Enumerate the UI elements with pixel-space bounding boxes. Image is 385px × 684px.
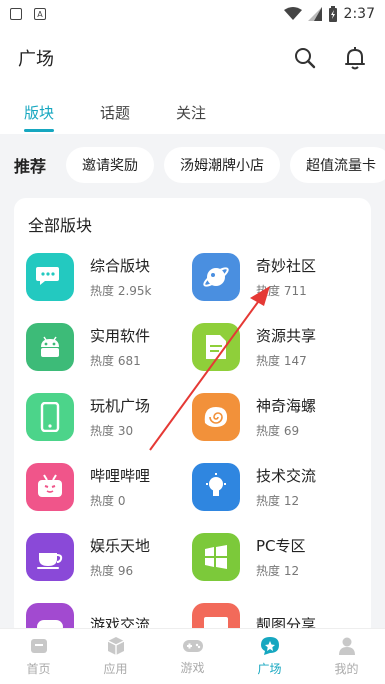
bilibili-icon (26, 463, 74, 511)
coffee-cup-icon (26, 533, 74, 581)
board-item[interactable]: 娱乐天地热度 96 (26, 532, 192, 582)
windows-icon (192, 533, 240, 581)
board-item[interactable]: 哔哩哔哩热度 0 (26, 462, 192, 512)
status-time: 2:37 (343, 6, 375, 22)
board-name: 奇妙社区 (256, 257, 317, 275)
notification-icon (10, 8, 22, 20)
board-heat: 热度 681 (90, 354, 141, 368)
board-name: 资源共享 (256, 327, 317, 345)
board-item[interactable]: 实用软件热度 681 (26, 322, 192, 372)
board-heat: 热度 30 (90, 424, 134, 438)
signal-icon (307, 7, 322, 21)
nav-label: 应用 (103, 662, 128, 676)
board-item[interactable]: 综合版块热度 2.95k (26, 252, 192, 302)
board-heat: 热度 96 (90, 564, 134, 578)
shell-icon (192, 393, 240, 441)
bottom-nav: 首页 应用 游戏 广场 我的 (0, 628, 385, 684)
android-icon (26, 323, 74, 371)
board-heat: 热度 0 (90, 494, 126, 508)
recommend-chip-datacard[interactable]: 超值流量卡 (290, 147, 385, 183)
recommend-chip-invite[interactable]: 邀请奖励 (66, 147, 155, 183)
status-bar: A 2:37 (0, 0, 385, 28)
boards-title: 全部版块 (28, 216, 93, 235)
nav-label: 广场 (257, 662, 282, 676)
board-item[interactable]: 奇妙社区热度 711 (192, 252, 358, 302)
search-icon (295, 48, 316, 69)
board-name: 技术交流 (256, 467, 317, 485)
board-item[interactable]: 玩机广场热度 30 (26, 392, 192, 442)
board-item[interactable]: PC专区热度 12 (192, 532, 358, 582)
planet-icon (192, 253, 240, 301)
search-button[interactable] (293, 46, 317, 70)
board-item[interactable]: 神奇海螺热度 69 (192, 392, 358, 442)
board-name: 玩机广场 (90, 397, 151, 415)
gamepad-icon (182, 640, 203, 652)
page-title: 广场 (18, 49, 54, 70)
home-icon (30, 639, 47, 653)
tab-following[interactable]: 关注 (176, 88, 206, 134)
nav-home[interactable]: 首页 (0, 629, 77, 684)
board-item[interactable]: 技术交流热度 12 (192, 462, 358, 512)
board-heat: 热度 2.95k (90, 284, 152, 298)
battery-icon (328, 6, 337, 22)
boards-card: 全部版块 综合版块 热度 2.95k 奇妙社区 热度 711 实用软件 热度 681 … (14, 198, 371, 638)
board-heat: 热度 147 (256, 354, 307, 368)
plaza-icon (260, 637, 279, 655)
board-name: PC专区 (256, 537, 306, 555)
tab-topics[interactable]: 话题 (100, 88, 130, 134)
nav-games[interactable]: 游戏 (154, 629, 231, 684)
nav-label: 首页 (26, 662, 51, 676)
nav-plaza[interactable]: 广场 (231, 629, 308, 684)
nav-label: 我的 (334, 662, 359, 676)
phone-icon (26, 393, 74, 441)
recommend-label: 推荐 (14, 157, 47, 176)
person-icon (338, 637, 355, 655)
notifications-button[interactable] (343, 46, 367, 70)
document-icon (192, 323, 240, 371)
nav-label: 游戏 (180, 661, 205, 675)
bell-icon (345, 47, 365, 70)
board-name: 综合版块 (90, 257, 151, 275)
board-item[interactable]: 资源共享热度 147 (192, 322, 358, 372)
nav-profile[interactable]: 我的 (308, 629, 385, 684)
recommend-chip-store[interactable]: 汤姆潮牌小店 (164, 147, 281, 183)
nav-apps[interactable]: 应用 (77, 629, 154, 684)
text-notification-icon: A (34, 8, 46, 20)
tab-bar: 版块 话题 关注 (0, 88, 385, 134)
app-bar: 广场 (0, 28, 385, 88)
board-heat: 热度 711 (256, 284, 307, 298)
chat-bubbles-icon (26, 253, 74, 301)
cube-icon (107, 637, 124, 655)
boards-grid: 综合版块 热度 2.95k 奇妙社区 热度 711 实用软件 热度 681 资源共享热… (26, 252, 366, 638)
lightbulb-icon (192, 463, 240, 511)
board-name: 神奇海螺 (256, 397, 317, 415)
board-name: 实用软件 (90, 327, 151, 345)
tab-boards[interactable]: 版块 (24, 88, 55, 134)
recommend-row: 推荐 邀请奖励 汤姆潮牌小店 超值流量卡 (0, 140, 385, 190)
board-name: 哔哩哔哩 (90, 467, 151, 485)
board-heat: 热度 69 (256, 424, 300, 438)
board-heat: 热度 12 (256, 564, 300, 578)
board-name: 娱乐天地 (90, 537, 151, 555)
wifi-icon (283, 7, 302, 20)
board-heat: 热度 12 (256, 494, 300, 508)
